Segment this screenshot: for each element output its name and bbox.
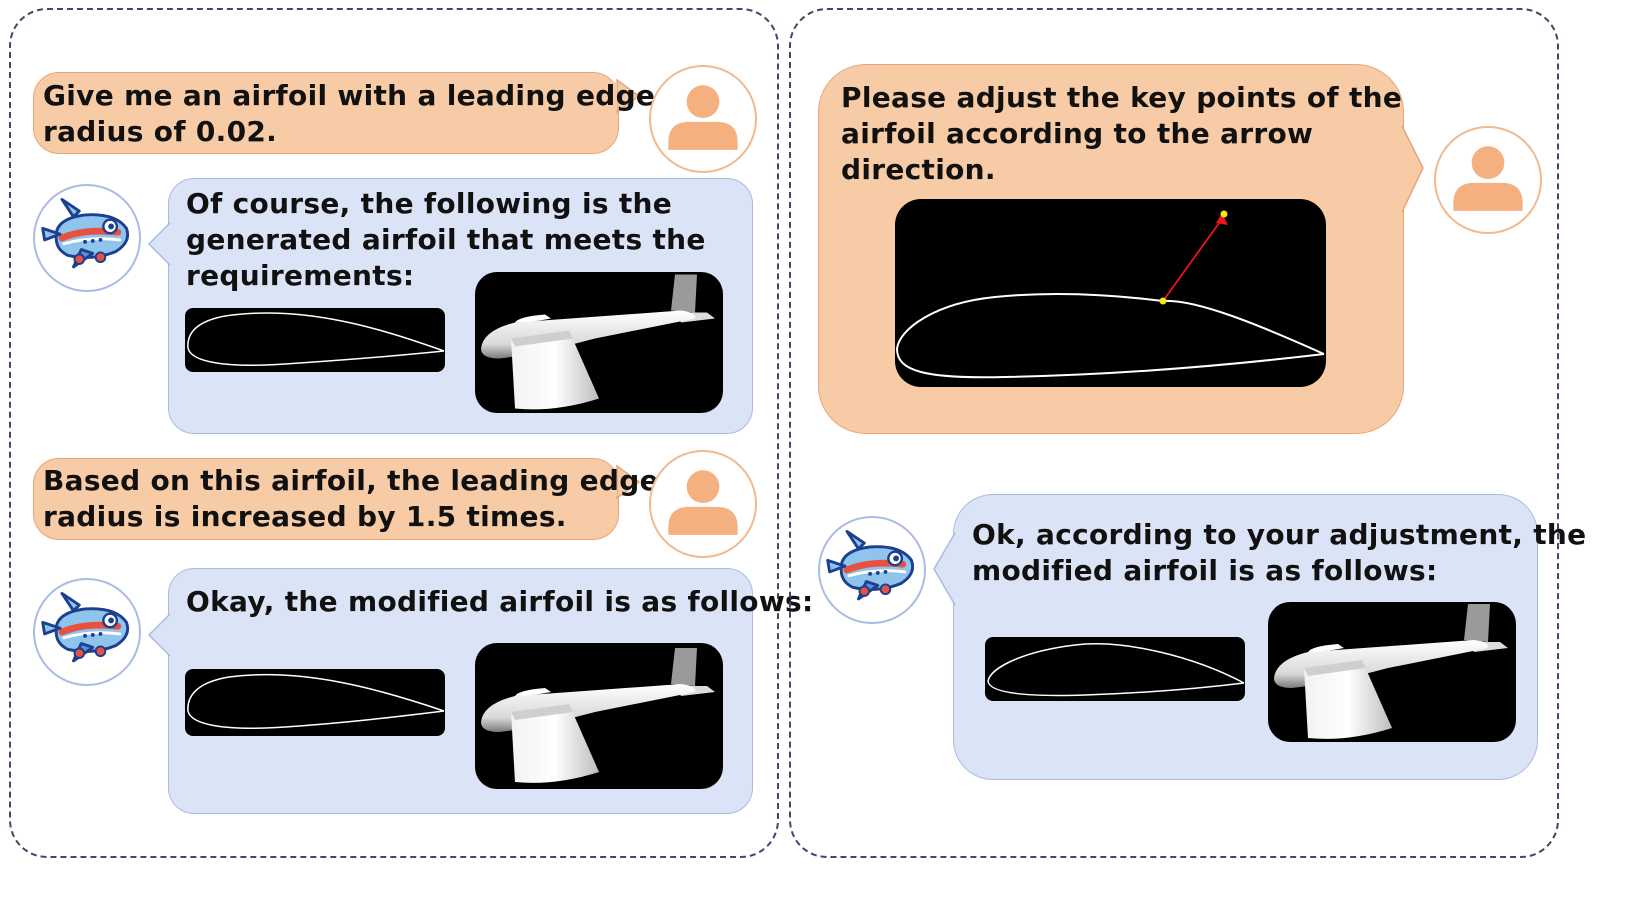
bubble-tail bbox=[147, 222, 171, 266]
bubble-tail bbox=[933, 532, 956, 606]
cartoon-airplane-icon bbox=[820, 518, 924, 622]
airfoil-profile-image bbox=[185, 669, 445, 736]
key-point-marker bbox=[1159, 297, 1167, 305]
assistant-avatar bbox=[818, 516, 926, 624]
assistant-avatar bbox=[33, 184, 141, 292]
glider-icon bbox=[475, 643, 723, 789]
person-icon bbox=[651, 452, 755, 556]
user-avatar bbox=[649, 450, 757, 558]
bubble-tail bbox=[147, 613, 171, 657]
glider-icon bbox=[1268, 602, 1516, 742]
airfoil-profile-image bbox=[985, 637, 1245, 701]
user-message-text: Give me an airfoil with a leading edge r… bbox=[43, 79, 656, 148]
assistant-message-text: Okay, the modified airfoil is as follows… bbox=[186, 585, 814, 618]
user-avatar bbox=[649, 65, 757, 173]
assistant-avatar bbox=[33, 578, 141, 686]
user-avatar bbox=[1434, 126, 1542, 234]
assistant-message-text: Ok, according to your adjustment, the mo… bbox=[972, 518, 1587, 587]
user-message-text: Please adjust the key points of the airf… bbox=[841, 81, 1403, 186]
user-message-text: Based on this airfoil, the leading edge … bbox=[43, 464, 659, 533]
cartoon-airplane-icon bbox=[35, 186, 139, 290]
person-icon bbox=[651, 67, 755, 171]
key-point-target bbox=[1220, 210, 1228, 218]
3d-glider-render-image bbox=[475, 272, 723, 413]
adjustment-arrow bbox=[1162, 218, 1223, 302]
person-icon bbox=[1436, 128, 1540, 232]
cartoon-airplane-icon bbox=[35, 580, 139, 684]
bubble-tail bbox=[1401, 125, 1424, 213]
airfoil-profile-image bbox=[185, 308, 445, 372]
3d-glider-render-image bbox=[475, 643, 723, 789]
airfoil-adjustment-image bbox=[895, 199, 1326, 387]
glider-icon bbox=[475, 272, 723, 413]
3d-glider-render-image bbox=[1268, 602, 1516, 742]
